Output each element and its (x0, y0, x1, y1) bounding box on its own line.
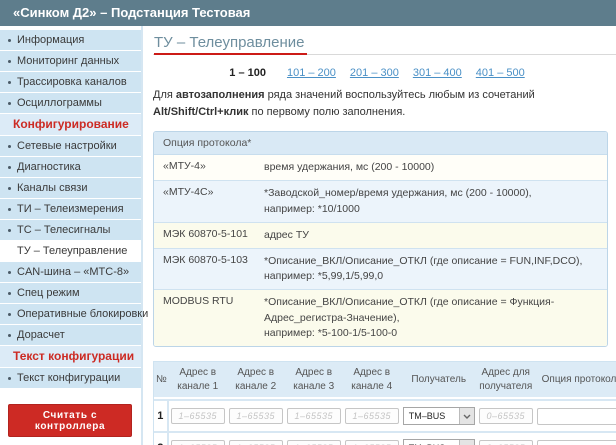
sidebar-item-operativnye-blokirovki[interactable]: Оперативные блокировки (0, 304, 141, 324)
col-header-addr2: Адрес в канале 2 (227, 362, 285, 399)
channel4-address-input[interactable] (345, 408, 399, 424)
bullet-icon (8, 81, 11, 84)
channel3-address-input[interactable] (287, 408, 341, 424)
pagination-link-301-400[interactable]: 301 – 400 (413, 67, 462, 79)
protocol-option-input[interactable] (537, 440, 616, 445)
protocol-row-mtu4: «МТУ-4» время удержания, мс (200 - 10000… (154, 155, 607, 181)
sidebar-item-doraschet[interactable]: Дорасчет (0, 325, 141, 345)
telecontrol-table: № Адрес в канале 1 Адрес в канале 2 Адре… (153, 361, 616, 445)
pagination-link-201-300[interactable]: 201 – 300 (350, 67, 399, 79)
protocol-row-mtu4s: «МТУ-4С» *Заводской_номер/время удержани… (154, 181, 607, 222)
channel4-address-input[interactable] (345, 440, 399, 445)
sidebar-item-informacija[interactable]: Информация (0, 30, 141, 50)
sidebar-item-ts-telesignaly[interactable]: ТС – Телесигналы (0, 220, 141, 240)
channel1-address-input[interactable] (171, 408, 225, 424)
protocol-row-modbus: MODBUS RTU *Описание_ВКЛ/Описание_ОТКЛ (… (154, 290, 607, 346)
sidebar-item-tekst-konfiguracii[interactable]: Текст конфигурации (0, 368, 141, 388)
protocol-table-header: Опция протокола* (154, 132, 607, 155)
sidebar-section-tekst-konfiguracii: Текст конфигурации (0, 346, 141, 367)
col-header-recipient: Получатель (401, 362, 477, 399)
sidebar-section-konfigurirovanie: Конфигурирование (0, 114, 141, 135)
bullet-icon (8, 60, 11, 63)
col-header-num: № (154, 362, 169, 399)
col-header-recipient-addr: Адрес для получателя (477, 362, 535, 399)
bullet-icon (8, 377, 11, 380)
bullet-icon (8, 145, 11, 148)
pagination-link-101-200[interactable]: 101 – 200 (287, 67, 336, 79)
sidebar-item-ti-teleizmerenija[interactable]: ТИ – Телеизмерения (0, 199, 141, 219)
pagination-link-401-500[interactable]: 401 – 500 (476, 67, 525, 79)
pagination: 1 – 100 101 – 200 201 – 300 301 – 400 401 – … (153, 67, 608, 79)
table-row: 2 TM–BUS (154, 431, 616, 445)
sidebar-item-setevye-nastrojki[interactable]: Сетевые настройки (0, 136, 141, 156)
col-header-addr1: Адрес в канале 1 (169, 362, 227, 399)
protocol-row-iec101: МЭК 60870-5-101 адрес ТУ (154, 223, 607, 249)
sidebar: Информация Мониторинг данных Трассировка… (0, 26, 141, 445)
channel3-address-input[interactable] (287, 440, 341, 445)
app-window: «Синком Д2» – Подстанция Тестовая Информ… (0, 0, 616, 445)
bullet-icon (8, 292, 11, 295)
row-number: 2 (154, 431, 169, 445)
bullet-icon (8, 39, 11, 42)
recipient-address-input[interactable] (479, 440, 533, 445)
channel2-address-input[interactable] (229, 408, 283, 424)
sidebar-item-spec-rezhim[interactable]: Спец режим (0, 283, 141, 303)
bullet-icon (8, 271, 11, 274)
sidebar-item-monitoring-dannyh[interactable]: Мониторинг данных (0, 51, 141, 71)
bullet-icon (8, 334, 11, 337)
table-row: 1 TM–BUS (154, 399, 616, 431)
sidebar-item-can-shina-mts8[interactable]: CAN-шина – «МТС-8» (0, 262, 141, 282)
table-header-row: № Адрес в канале 1 Адрес в канале 2 Адре… (154, 362, 616, 399)
channel2-address-input[interactable] (229, 440, 283, 445)
sidebar-item-trassirovka-kanalov[interactable]: Трассировка каналов (0, 72, 141, 92)
channel1-address-input[interactable] (171, 440, 225, 445)
app-title: «Синком Д2» – Подстанция Тестовая (13, 5, 250, 20)
bullet-icon (8, 208, 11, 211)
page-title: ТУ – Телеуправление (154, 32, 307, 55)
pagination-current: 1 – 100 (229, 67, 266, 79)
col-header-addr3: Адрес в канале 3 (285, 362, 343, 399)
protocol-row-iec103: МЭК 60870-5-103 *Описание_ВКЛ/Описание_О… (154, 249, 607, 290)
chevron-down-icon (459, 408, 474, 424)
app-header: «Синком Д2» – Подстанция Тестовая (0, 0, 616, 26)
recipient-address-input[interactable] (479, 408, 533, 424)
bullet-icon (8, 102, 11, 105)
col-header-protocol-option: Опция протокола* (535, 362, 616, 399)
sidebar-item-tu-teleupravlenie[interactable]: ТУ – Телеуправление (0, 241, 141, 261)
bullet-icon (8, 229, 11, 232)
bullet-icon (8, 313, 11, 316)
protocol-option-input[interactable] (537, 408, 616, 425)
bullet-icon (8, 166, 11, 169)
bullet-icon (8, 187, 11, 190)
row-number: 1 (154, 399, 169, 431)
protocol-options-table: Опция протокола* «МТУ-4» время удержания… (153, 131, 608, 347)
sidebar-item-oscillogrammy[interactable]: Осциллограммы (0, 93, 141, 113)
read-from-controller-button[interactable]: Считать с контроллера (8, 404, 132, 437)
recipient-select[interactable]: TM–BUS (403, 439, 475, 445)
chevron-down-icon (459, 440, 474, 445)
title-row: ТУ – Телеуправление (153, 32, 616, 55)
main-content: ТУ – Телеуправление 1 – 100 101 – 200 201 … (141, 26, 616, 445)
recipient-select[interactable]: TM–BUS (403, 407, 475, 425)
col-header-addr4: Адрес в канале 4 (343, 362, 401, 399)
autofill-hint: Для автозаполнения ряда значений восполь… (153, 87, 608, 121)
sidebar-item-kanaly-svjazi[interactable]: Каналы связи (0, 178, 141, 198)
sidebar-item-diagnostika[interactable]: Диагностика (0, 157, 141, 177)
